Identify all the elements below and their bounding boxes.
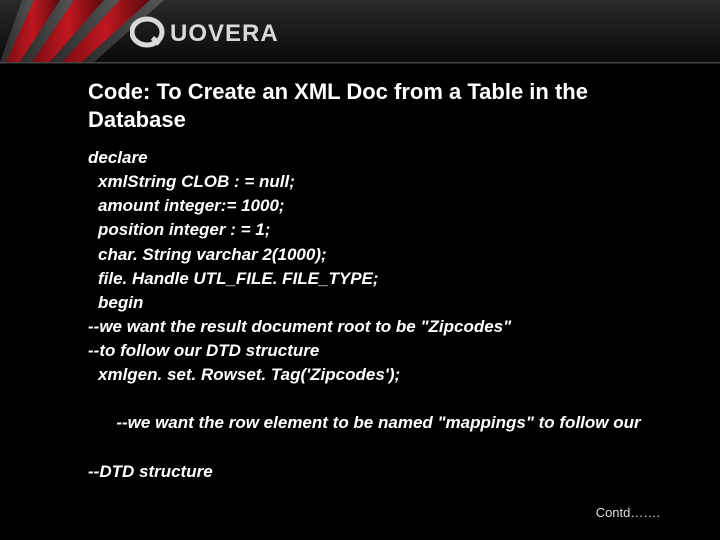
code-line: --DTD structure (88, 460, 644, 484)
code-line: declare (88, 146, 644, 170)
slide-title: Code: To Create an XML Doc from a Table … (88, 78, 648, 133)
code-line: begin (88, 291, 644, 315)
header-divider (0, 62, 720, 64)
code-line: amount integer:= 1000; (88, 194, 644, 218)
header-bar: UOVERA (0, 0, 720, 62)
code-text: --we want the row element to be named "m… (116, 413, 640, 432)
code-line: xmlgen. set. Rowset. Tag('Zipcodes'); (88, 363, 644, 387)
code-line: file. Handle UTL_FILE. FILE_TYPE; (88, 267, 644, 291)
svg-text:UOVERA: UOVERA (170, 20, 279, 47)
header-rays (0, 0, 720, 62)
code-line: --we want the result document root to be… (88, 315, 644, 339)
code-line: char. String varchar 2(1000); (88, 243, 644, 267)
continued-label: Contd……. (596, 505, 660, 520)
code-line: position integer : = 1; (88, 218, 644, 242)
code-block: declare xmlString CLOB : = null; amount … (88, 146, 644, 484)
code-line: --to follow our DTD structure (88, 339, 644, 363)
code-line: --we want the row element to be named "m… (88, 387, 644, 459)
code-line: xmlString CLOB : = null; (88, 170, 644, 194)
slide: UOVERA Code: To Create an XML Doc from a… (0, 0, 720, 540)
brand-logo: UOVERA (130, 14, 340, 50)
